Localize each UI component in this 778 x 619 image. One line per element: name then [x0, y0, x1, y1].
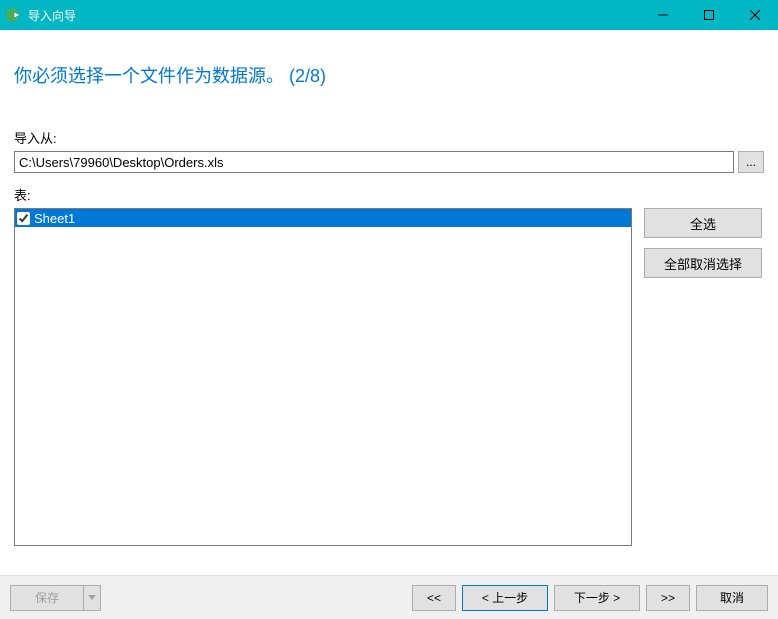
- footer-left: 保存: [10, 585, 101, 611]
- tables-label: 表:: [14, 185, 764, 204]
- wizard-content: 你必须选择一个文件作为数据源。 (2/8) 导入从: ... 表: Sheet1…: [0, 30, 778, 575]
- deselect-all-button[interactable]: 全部取消选择: [644, 248, 762, 278]
- browse-button[interactable]: ...: [738, 151, 764, 173]
- titlebar: 导入向导: [0, 0, 778, 30]
- app-icon: [6, 7, 22, 23]
- window-title: 导入向导: [28, 7, 640, 24]
- file-selection-row: ...: [14, 151, 764, 173]
- maximize-button[interactable]: [686, 0, 732, 30]
- cancel-button[interactable]: 取消: [696, 585, 768, 611]
- chevron-down-icon: [88, 595, 96, 601]
- next-button[interactable]: 下一步 >: [554, 585, 640, 611]
- minimize-button[interactable]: [640, 0, 686, 30]
- save-dropdown-button[interactable]: [83, 585, 101, 611]
- first-button[interactable]: <<: [412, 585, 456, 611]
- close-button[interactable]: [732, 0, 778, 30]
- previous-button[interactable]: < 上一步: [462, 585, 548, 611]
- table-selection-buttons: 全选 全部取消选择: [644, 208, 762, 278]
- list-item[interactable]: Sheet1: [15, 209, 631, 227]
- select-all-button[interactable]: 全选: [644, 208, 762, 238]
- import-from-label: 导入从:: [14, 128, 764, 147]
- footer-right: << < 上一步 下一步 > >> 取消: [412, 585, 768, 611]
- table-name: Sheet1: [34, 211, 75, 226]
- wizard-heading: 你必须选择一个文件作为数据源。 (2/8): [14, 62, 764, 88]
- wizard-footer: 保存 << < 上一步 下一步 > >> 取消: [0, 575, 778, 619]
- tables-section: Sheet1 全选 全部取消选择: [14, 208, 764, 546]
- save-button[interactable]: 保存: [10, 585, 84, 611]
- table-checkbox[interactable]: [17, 212, 30, 225]
- last-button[interactable]: >>: [646, 585, 690, 611]
- window-controls: [640, 0, 778, 30]
- tables-listbox[interactable]: Sheet1: [14, 208, 632, 546]
- import-from-input[interactable]: [14, 151, 734, 173]
